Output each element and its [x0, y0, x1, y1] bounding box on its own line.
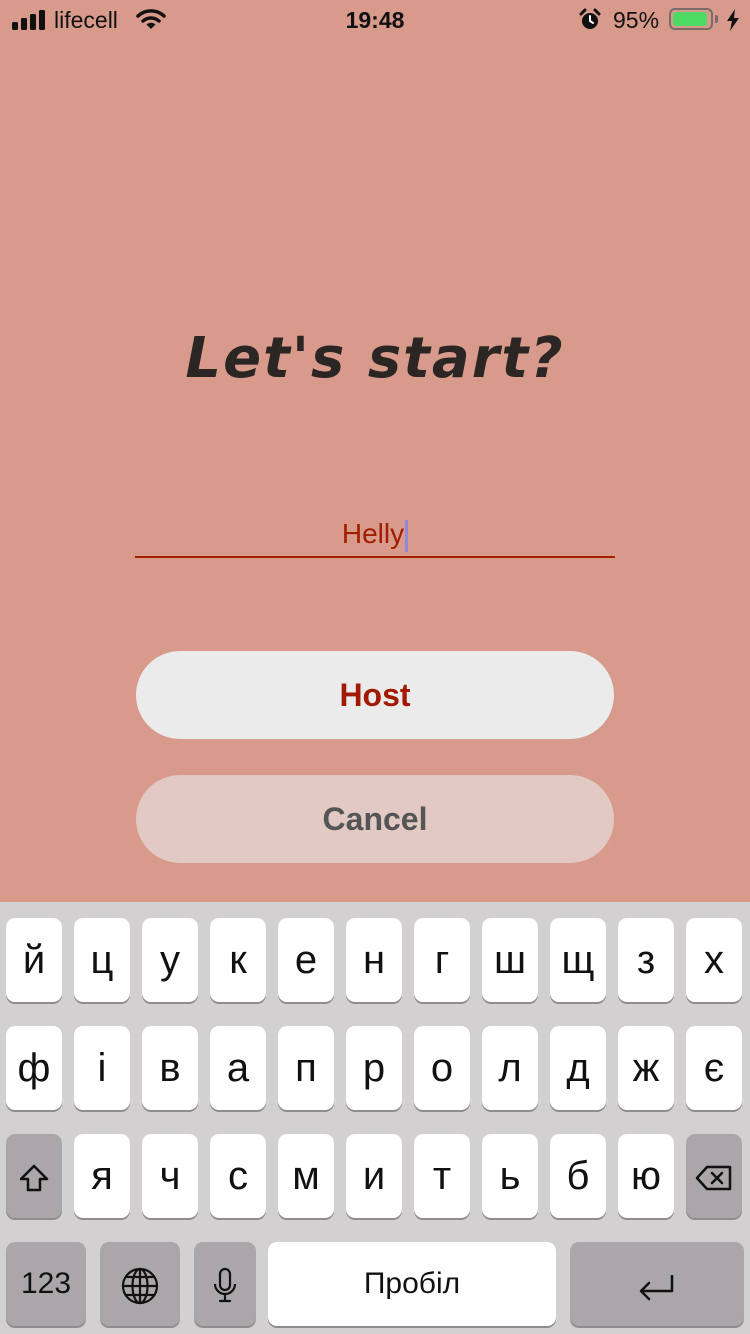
- key-letter[interactable]: п: [278, 1026, 334, 1110]
- microphone-key[interactable]: [194, 1242, 256, 1326]
- name-input[interactable]: Helly: [135, 508, 615, 558]
- key-letter[interactable]: к: [210, 918, 266, 1002]
- return-key[interactable]: [570, 1242, 744, 1326]
- return-icon: [637, 1262, 677, 1306]
- globe-icon: [120, 1262, 160, 1306]
- page-title: Let's start?: [185, 326, 565, 391]
- key-letter[interactable]: і: [74, 1026, 130, 1110]
- key-letter[interactable]: я: [74, 1134, 130, 1218]
- text-caret: [405, 519, 409, 552]
- key-letter[interactable]: щ: [550, 918, 606, 1002]
- shift-icon: [18, 1154, 50, 1198]
- key-letter[interactable]: в: [142, 1026, 198, 1110]
- status-bar: lifecell 19:48 95%: [0, 0, 750, 40]
- microphone-icon: [212, 1262, 238, 1306]
- globe-key[interactable]: [100, 1242, 180, 1326]
- keyboard: й ц у к е н г ш щ з х ф і в а п р о л д …: [0, 902, 750, 1334]
- key-letter[interactable]: ш: [482, 918, 538, 1002]
- key-letter[interactable]: й: [6, 918, 62, 1002]
- alarm-clock-icon: [578, 8, 602, 38]
- key-letter[interactable]: и: [346, 1134, 402, 1218]
- shift-key[interactable]: [6, 1134, 62, 1218]
- key-letter[interactable]: м: [278, 1134, 334, 1218]
- key-letter[interactable]: л: [482, 1026, 538, 1110]
- battery-percentage: 95%: [613, 7, 660, 33]
- numbers-key[interactable]: 123: [6, 1242, 86, 1326]
- key-letter[interactable]: г: [414, 918, 470, 1002]
- key-letter[interactable]: а: [210, 1026, 266, 1110]
- key-letter[interactable]: ж: [618, 1026, 674, 1110]
- key-letter[interactable]: у: [142, 918, 198, 1002]
- key-letter[interactable]: з: [618, 918, 674, 1002]
- key-letter[interactable]: б: [550, 1134, 606, 1218]
- key-letter[interactable]: т: [414, 1134, 470, 1218]
- key-letter[interactable]: є: [686, 1026, 742, 1110]
- charging-bolt-icon: [726, 9, 740, 37]
- space-key[interactable]: Пробіл: [268, 1242, 556, 1326]
- cancel-button[interactable]: Cancel: [136, 775, 614, 863]
- battery-tip: [715, 15, 718, 23]
- battery-icon: [669, 8, 713, 30]
- key-letter[interactable]: р: [346, 1026, 402, 1110]
- battery-level-fill: [673, 12, 708, 26]
- key-letter[interactable]: е: [278, 918, 334, 1002]
- host-button[interactable]: Host: [136, 651, 614, 739]
- key-letter[interactable]: х: [686, 918, 742, 1002]
- key-letter[interactable]: ф: [6, 1026, 62, 1110]
- key-letter[interactable]: ц: [74, 918, 130, 1002]
- key-letter[interactable]: д: [550, 1026, 606, 1110]
- key-letter[interactable]: о: [414, 1026, 470, 1110]
- key-letter[interactable]: ю: [618, 1134, 674, 1218]
- key-letter[interactable]: ч: [142, 1134, 198, 1218]
- backspace-icon: [695, 1154, 733, 1198]
- key-letter[interactable]: ь: [482, 1134, 538, 1218]
- key-letter[interactable]: с: [210, 1134, 266, 1218]
- key-letter[interactable]: н: [346, 918, 402, 1002]
- name-input-value: Helly: [341, 518, 405, 549]
- delete-key[interactable]: [686, 1134, 742, 1218]
